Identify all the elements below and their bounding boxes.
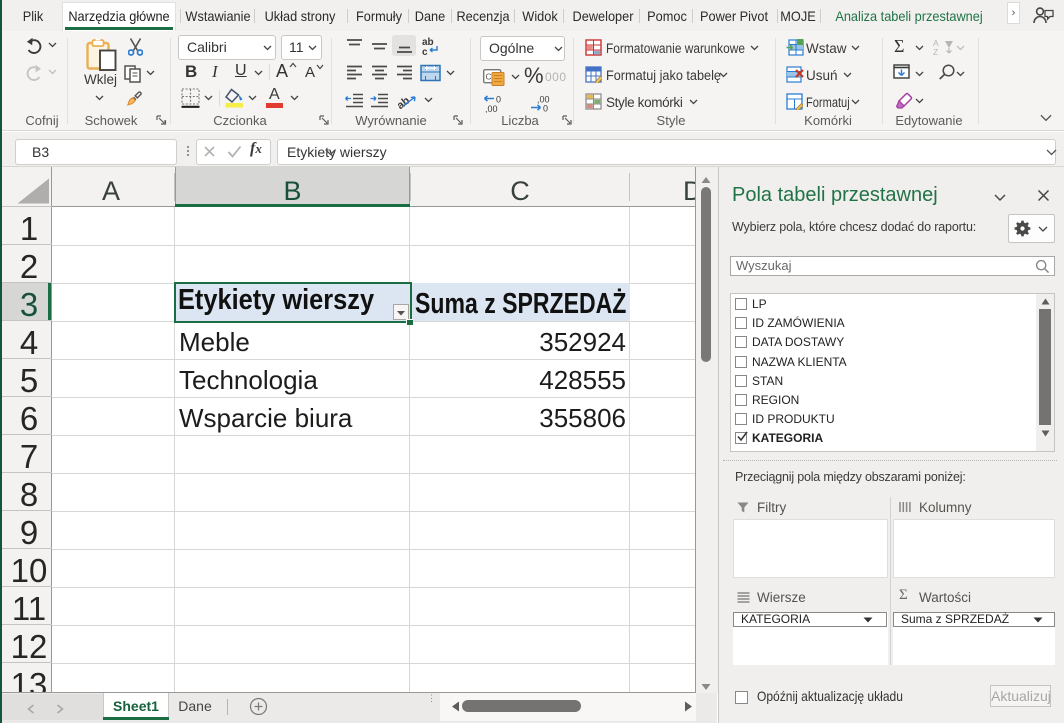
svg-text:c: c bbox=[422, 47, 428, 57]
svg-text:0: 0 bbox=[496, 95, 501, 105]
svg-text:Z: Z bbox=[933, 47, 938, 55]
svg-text:ab: ab bbox=[398, 94, 412, 110]
svg-text:,00: ,00 bbox=[485, 104, 498, 113]
svg-text:0: 0 bbox=[543, 104, 548, 114]
svg-text:C: C bbox=[486, 72, 492, 82]
